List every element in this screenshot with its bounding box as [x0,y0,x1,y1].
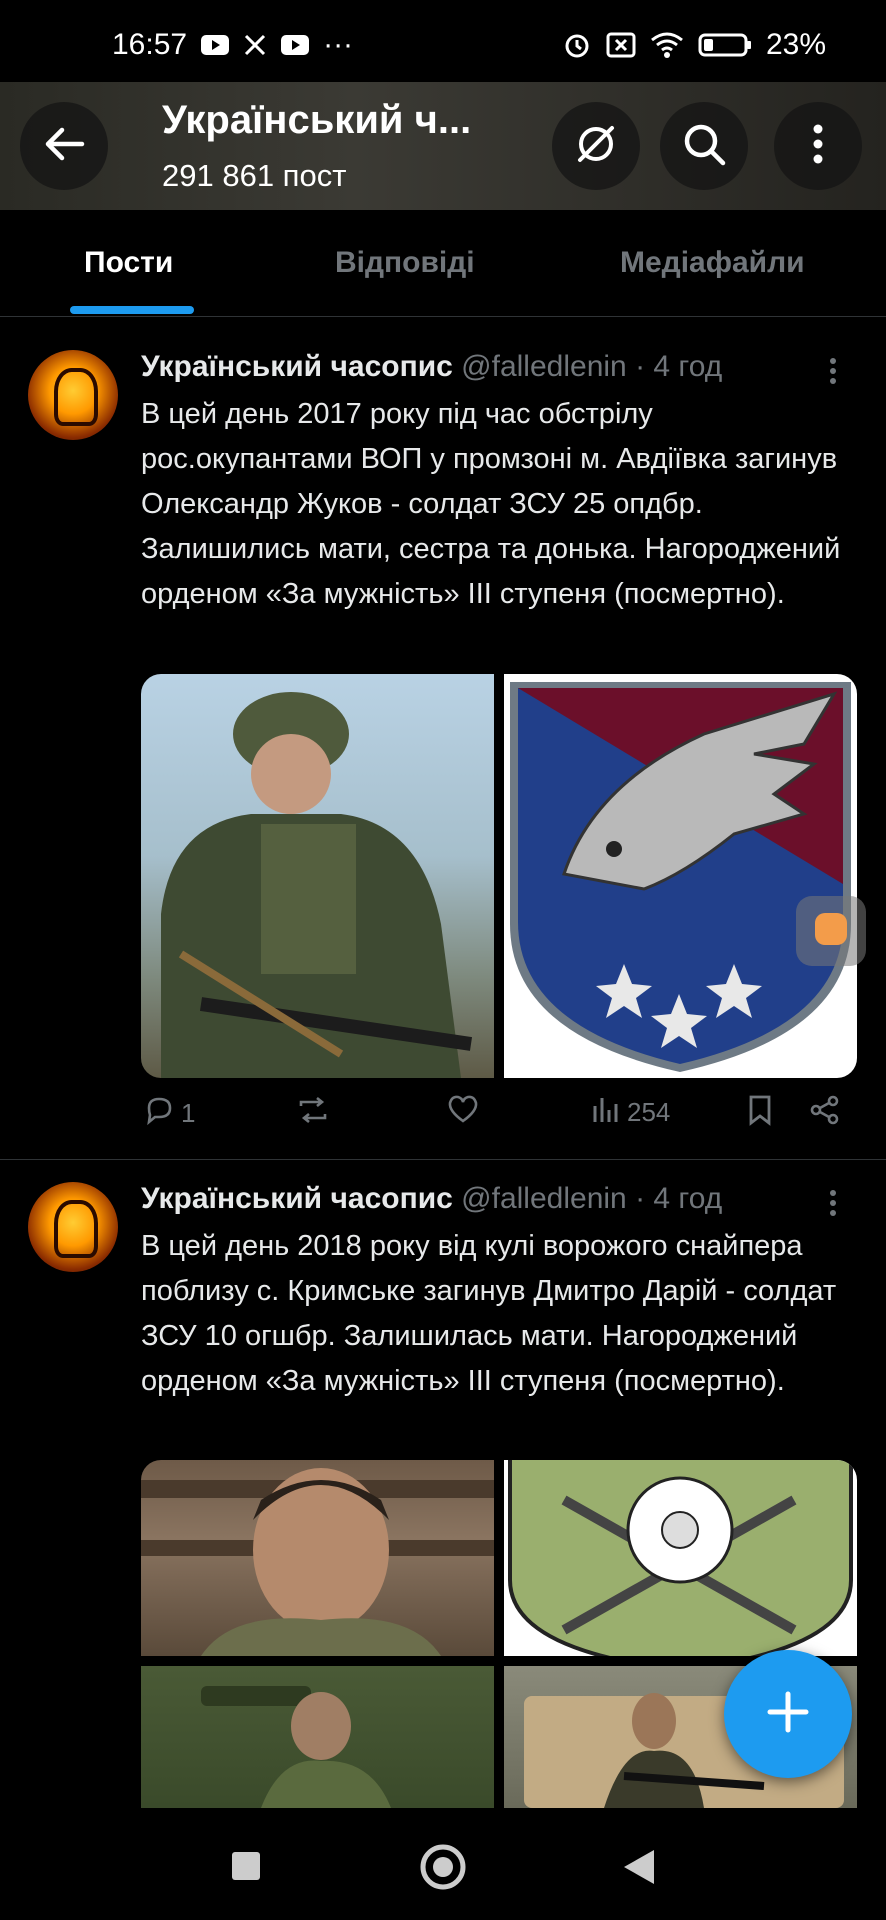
repost-icon [295,1094,331,1133]
search-button[interactable] [660,102,748,190]
tab-media[interactable]: Медіафайли [620,246,805,280]
floating-overlay-button[interactable] [796,896,866,966]
compose-post-button[interactable] [724,1650,852,1778]
post-meta: Український часопис @falledlenin · 4 год [141,350,722,384]
repost-button[interactable] [295,1094,331,1133]
more-vertical-icon [812,124,824,169]
bookmark-icon [747,1094,773,1133]
views-count: 254 [627,1097,671,1127]
reply-button[interactable]: 1 [143,1094,195,1133]
post-photo-emblem[interactable] [504,1460,857,1656]
close-box-icon [606,32,636,58]
post-photo-portrait[interactable] [141,1460,494,1656]
youtube-icon [281,35,310,55]
battery-icon [698,32,752,58]
post-more-button[interactable] [826,354,840,388]
share-button[interactable] [809,1094,841,1133]
profile-tabs: Пости Відповіді Медіафайли [0,210,886,317]
post-count: 291 861 пост [162,158,347,193]
post-time: · 4 год [635,1182,723,1215]
post-time: · 4 год [635,350,723,383]
avatar[interactable] [28,1182,118,1272]
post-actions: 1 254 [141,1094,861,1138]
share-icon [809,1094,841,1133]
views-icon [591,1094,621,1131]
page-title: Український ч... [162,98,472,142]
more-options-button[interactable] [774,102,862,190]
more-notifications-dots: ··· [323,28,354,61]
alarm-icon [562,30,592,60]
like-button[interactable] [447,1094,479,1131]
tab-replies[interactable]: Відповіді [335,246,475,280]
overlay-icon [811,909,851,954]
system-navigation-bar [0,1808,886,1920]
search-icon [681,121,727,172]
battery-level: 23% [765,28,826,61]
reply-icon [143,1094,175,1133]
post-text: В цей день 2018 року від кулі ворожого с… [141,1230,837,1397]
post-photo-soldier[interactable] [141,674,494,1078]
post-more-button[interactable] [826,1186,840,1220]
recent-apps-button[interactable] [230,1850,262,1887]
author-name[interactable]: Український часопис [141,1182,453,1215]
post-photo-field[interactable] [141,1666,494,1808]
grok-icon [571,119,621,174]
heart-icon [447,1094,479,1131]
status-time: 16:57 [112,28,188,61]
tab-posts[interactable]: Пости [84,246,173,280]
youtube-icon [201,35,230,55]
active-tab-indicator [70,306,194,314]
avatar[interactable] [28,350,118,440]
author-name[interactable]: Український часопис [141,350,453,383]
plus-icon [766,1690,810,1739]
status-bar: 16:57 ··· 23% [0,0,886,90]
post-photo-brigade-emblem[interactable] [504,674,857,1078]
post-text: В цей день 2017 року під час обстрілу ро… [141,398,841,610]
profile-header: Український ч... 291 861 пост [0,82,886,210]
grok-button[interactable] [552,102,640,190]
arrow-left-icon [42,126,86,167]
author-handle[interactable]: @falledlenin [461,1182,627,1215]
bookmark-button[interactable] [747,1094,773,1133]
back-nav-button[interactable] [622,1848,656,1891]
author-handle[interactable]: @falledlenin [461,350,627,383]
home-button[interactable] [420,1844,466,1895]
post-1[interactable]: Український часопис @falledlenin · 4 год… [0,316,886,1160]
views-button[interactable]: 254 [591,1094,670,1131]
wifi-icon [650,31,684,59]
post-meta: Український часопис @falledlenin · 4 год [141,1182,722,1216]
back-button[interactable] [20,102,108,190]
x-icon [243,33,267,57]
reply-count: 1 [181,1098,196,1128]
